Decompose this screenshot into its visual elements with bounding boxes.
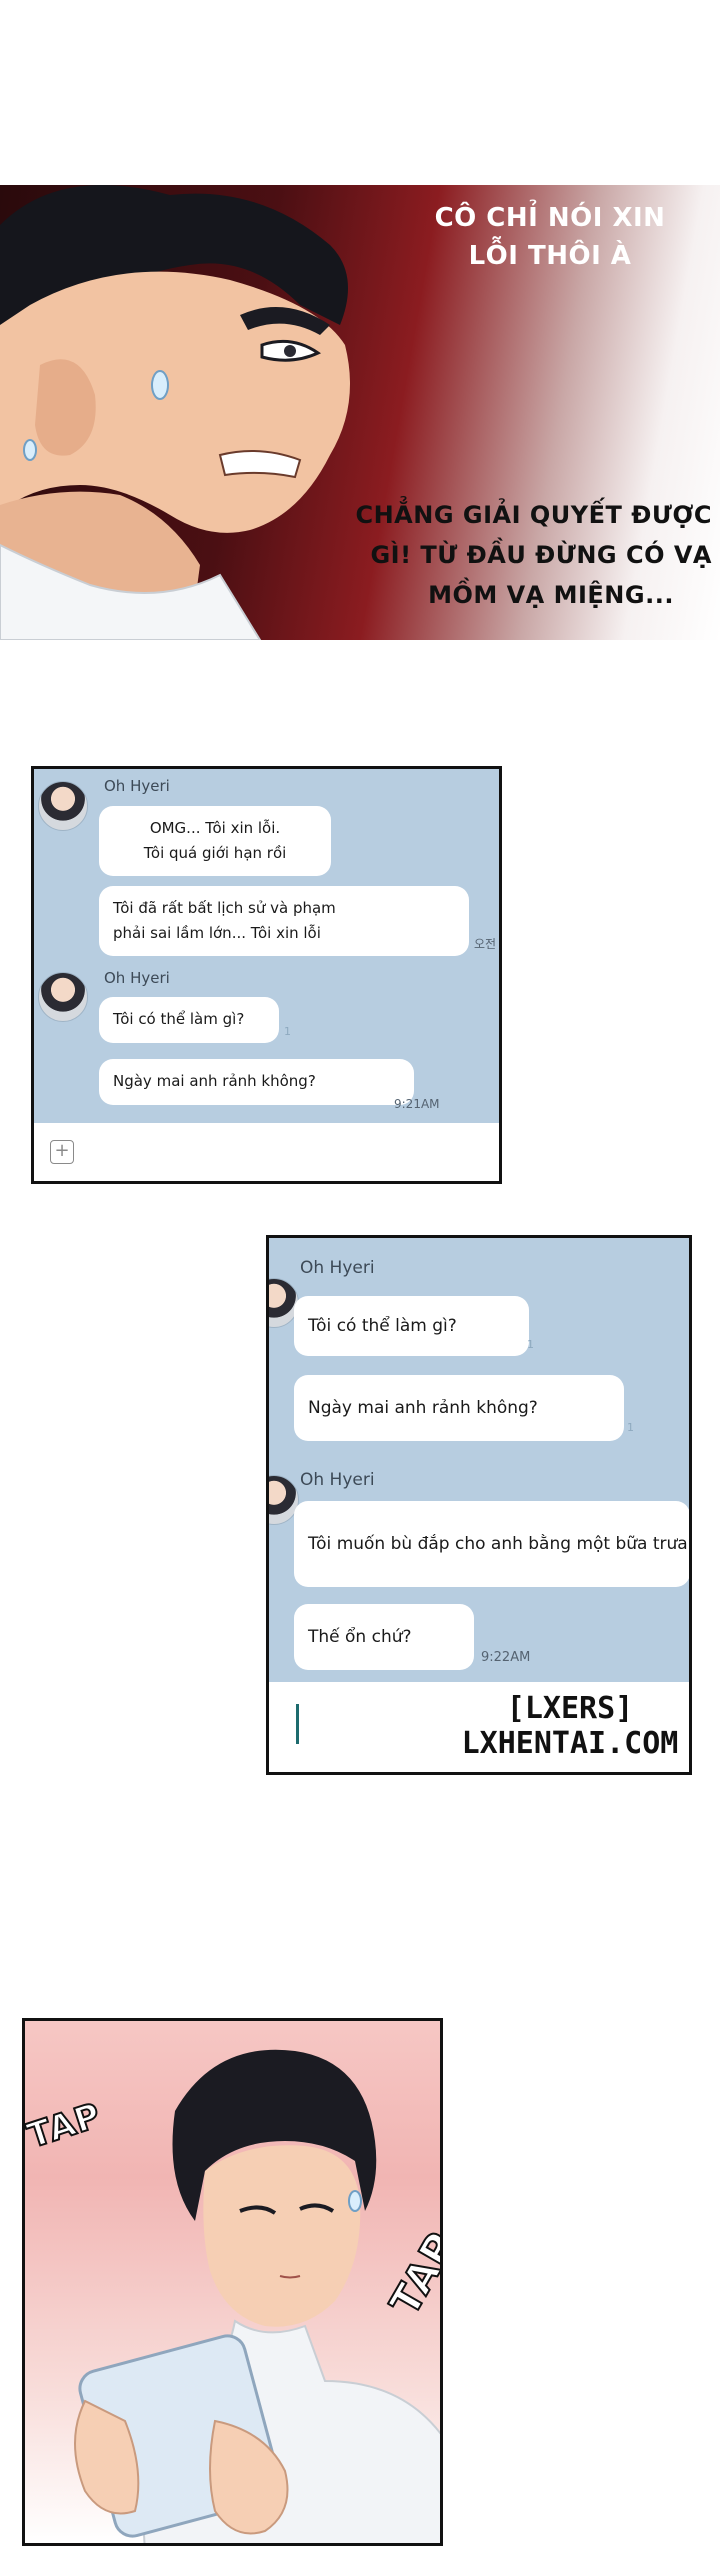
- speech-line: LỖI THÔI À: [468, 241, 632, 271]
- message-bubble: Tôi đã rất bất lịch sử và phạm phải sai …: [99, 886, 469, 956]
- message-input-bar[interactable]: +: [34, 1123, 499, 1181]
- speech-line: CÔ CHỈ NÓI XIN: [434, 203, 666, 233]
- timestamp: 9:21AM: [394, 1097, 440, 1111]
- add-attachment-icon[interactable]: +: [50, 1140, 74, 1164]
- timestamp: 오전: [474, 937, 497, 951]
- message-bubble: Tôi có thể làm gì?: [99, 997, 279, 1043]
- comic-panel-texting-man: TAP TAP: [22, 2018, 443, 2546]
- speech-line: CHẲNG GIẢI QUYẾT ĐƯỢC: [355, 501, 712, 529]
- speech-line: MỒM VẠ MIỆNG...: [428, 581, 674, 609]
- message-bubble: Tôi muốn bù đắp cho anh bằng một bữa trư…: [294, 1501, 689, 1587]
- message-bubble: Thế ổn chứ?: [294, 1604, 474, 1670]
- watermark-line: [LXERS]: [506, 1691, 634, 1726]
- read-indicator: 1: [284, 1025, 291, 1038]
- watermark-line: LXHENTAI.COM: [461, 1726, 679, 1761]
- message-text: Tôi đã rất bất lịch sử và phạm: [113, 899, 336, 917]
- comic-panel-angry-man: CÔ CHỈ NÓI XIN LỖI THÔI À CHẲNG GIẢI QUY…: [0, 185, 720, 640]
- message-bubble: OMG... Tôi xin lỗi. Tôi quá giới hạn rồi: [99, 806, 331, 876]
- text-cursor: [296, 1704, 299, 1744]
- message-text: OMG... Tôi xin lỗi.: [149, 819, 281, 837]
- read-indicator: 1: [627, 1421, 634, 1434]
- message-bubble: Ngày mai anh rảnh không?: [294, 1375, 624, 1441]
- message-bubble: Ngày mai anh rảnh không?: [99, 1059, 414, 1105]
- chat-screenshot-1: Oh Hyeri OMG... Tôi xin lỗi. Tôi quá giớ…: [31, 766, 502, 1184]
- message-text: Tôi có thể làm gì?: [113, 1010, 245, 1028]
- message-text: phải sai lầm lớn... Tôi xin lỗi: [113, 924, 321, 942]
- avatar: [38, 781, 88, 831]
- message-bubble: Tôi có thể làm gì?: [294, 1296, 529, 1356]
- avatar: [38, 972, 88, 1022]
- speech-bubble-bottom: CHẲNG GIẢI QUYẾT ĐƯỢC GÌ! TỪ ĐẦU ĐỪNG CÓ…: [300, 495, 720, 615]
- message-text: Tôi muốn bù đắp cho anh bằng một bữa trư…: [308, 1534, 688, 1554]
- speech-line: GÌ! TỪ ĐẦU ĐỪNG CÓ VẠ: [370, 541, 712, 569]
- message-text: Ngày mai anh rảnh không?: [308, 1398, 538, 1418]
- read-indicator: 1: [527, 1338, 534, 1351]
- message-text: Tôi quá giới hạn rồi: [143, 844, 287, 862]
- sender-name: Oh Hyeri: [300, 1470, 375, 1490]
- message-text: Ngày mai anh rảnh không?: [113, 1072, 316, 1090]
- message-text: Tôi có thể làm gì?: [308, 1316, 457, 1336]
- sender-name: Oh Hyeri: [300, 1258, 375, 1278]
- timestamp: 9:22AM: [481, 1650, 531, 1665]
- speech-bubble-top: CÔ CHỈ NÓI XIN LỖI THÔI À: [400, 199, 700, 275]
- sender-name: Oh Hyeri: [104, 969, 170, 987]
- sender-name: Oh Hyeri: [104, 777, 170, 795]
- message-text: Thế ổn chứ?: [308, 1627, 412, 1647]
- watermark: [LXERS] LXHENTAI.COM: [450, 1692, 690, 1762]
